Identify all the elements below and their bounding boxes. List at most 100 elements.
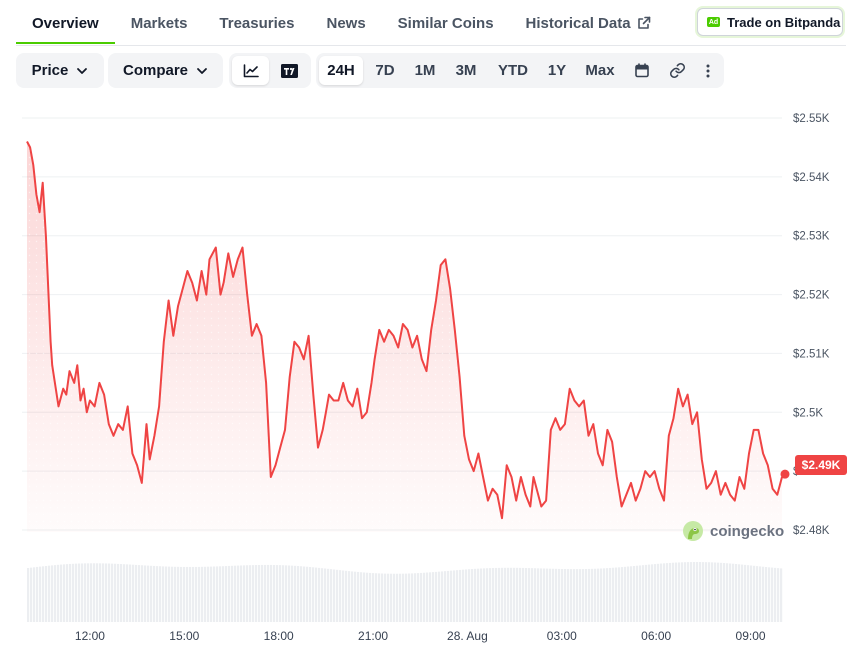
volume-bar bbox=[612, 567, 615, 622]
tab-treasuries-label: Treasuries bbox=[219, 14, 295, 32]
volume-bar bbox=[387, 573, 390, 622]
volume-bar bbox=[360, 572, 363, 622]
range-max-label: Max bbox=[585, 62, 615, 79]
volume-bar bbox=[738, 564, 741, 622]
volume-bar bbox=[303, 566, 306, 622]
volume-bar bbox=[351, 571, 354, 622]
volume-bar bbox=[366, 572, 369, 622]
volume-bar bbox=[45, 565, 48, 622]
x-tick-label: 03:00 bbox=[547, 629, 577, 643]
volume-bar bbox=[255, 565, 258, 622]
range-1m-button[interactable]: 1M bbox=[407, 56, 443, 85]
volume-bar bbox=[630, 566, 633, 622]
volume-bar bbox=[54, 565, 57, 622]
nav-divider bbox=[16, 45, 846, 46]
volume-bar bbox=[114, 563, 117, 622]
line-chart-style-button[interactable] bbox=[232, 56, 269, 85]
tab-treasuries[interactable]: Treasuries bbox=[203, 0, 310, 46]
volume-bar bbox=[282, 565, 285, 622]
volume-bar bbox=[564, 569, 567, 622]
x-tick-label: 28. Aug bbox=[447, 629, 488, 643]
volume-bar bbox=[474, 568, 477, 622]
trade-on-bitpanda-button[interactable]: Ad Trade on Bitpanda bbox=[697, 8, 843, 36]
range-3m-button[interactable]: 3M bbox=[446, 56, 486, 85]
external-link-icon bbox=[637, 16, 650, 29]
volume-bar bbox=[753, 565, 756, 622]
range-24h-label: 24H bbox=[327, 62, 355, 79]
volume-bar bbox=[144, 565, 147, 622]
volume-bar bbox=[588, 568, 591, 622]
volume-bar bbox=[570, 569, 573, 622]
volume-bar bbox=[552, 568, 555, 622]
volume-bar bbox=[60, 564, 63, 622]
volume-bar bbox=[540, 568, 543, 622]
range-1y-button[interactable]: 1Y bbox=[540, 56, 574, 85]
current-price-tag: $2.49K bbox=[795, 455, 847, 475]
volume-bar bbox=[273, 565, 276, 622]
volume-bar bbox=[117, 563, 120, 622]
range-7d-button[interactable]: 7D bbox=[366, 56, 404, 85]
volume-bar bbox=[396, 573, 399, 622]
volume-bar bbox=[741, 564, 744, 622]
range-1y-label: 1Y bbox=[547, 62, 567, 79]
volume-bar bbox=[417, 573, 420, 622]
volume-bar bbox=[288, 565, 291, 622]
tab-historical-data[interactable]: Historical Data bbox=[510, 0, 667, 46]
volume-bar bbox=[615, 567, 618, 622]
volume-bar bbox=[204, 566, 207, 622]
tab-similar-coins[interactable]: Similar Coins bbox=[382, 0, 510, 46]
volume-bar bbox=[84, 563, 87, 622]
tab-news[interactable]: News bbox=[310, 0, 381, 46]
volume-bar bbox=[549, 568, 552, 622]
more-options-button[interactable] bbox=[696, 56, 720, 85]
volume-bar bbox=[756, 566, 759, 622]
volume-bar bbox=[642, 565, 645, 622]
volume-bar bbox=[48, 565, 51, 622]
volume-bar bbox=[231, 565, 234, 622]
link-icon bbox=[669, 63, 685, 78]
volume-bar bbox=[462, 569, 465, 622]
volume-bar bbox=[390, 573, 393, 622]
range-max-button[interactable]: Max bbox=[577, 56, 623, 85]
volume-bar bbox=[174, 566, 177, 622]
compare-dropdown-button[interactable]: Compare bbox=[108, 53, 223, 88]
volume-bar bbox=[510, 567, 513, 622]
volume-bar bbox=[573, 569, 576, 622]
volume-bar bbox=[27, 568, 30, 622]
volume-bar bbox=[246, 565, 249, 622]
y-tick-label: $2.54K bbox=[793, 172, 830, 184]
volume-bar bbox=[516, 567, 519, 622]
volume-bar bbox=[681, 562, 684, 622]
volume-bar bbox=[723, 563, 726, 622]
date-range-button[interactable] bbox=[627, 56, 657, 85]
volume-bar bbox=[363, 572, 366, 622]
range-ytd-button[interactable]: YTD bbox=[489, 56, 537, 85]
volume-bar bbox=[318, 567, 321, 622]
x-axis-ticks: 12:00 15:00 18:00 21:00 28. Aug 03:00 06:00 09:… bbox=[75, 629, 766, 643]
volume-bar bbox=[381, 573, 384, 622]
volume-bar bbox=[102, 563, 105, 622]
range-3m-label: 3M bbox=[455, 62, 477, 79]
volume-bar bbox=[414, 573, 417, 622]
tradingview-style-button[interactable] bbox=[271, 56, 308, 85]
volume-bar bbox=[672, 562, 675, 622]
volume-bar bbox=[726, 563, 729, 622]
share-link-button[interactable] bbox=[661, 56, 693, 85]
volume-bar bbox=[609, 567, 612, 622]
volume-bar bbox=[444, 571, 447, 622]
volume-bar bbox=[501, 567, 504, 622]
compare-dropdown-label: Compare bbox=[122, 62, 189, 79]
top-navigation: Overview Markets Treasuries News Similar… bbox=[0, 0, 854, 46]
range-24h-button[interactable]: 24H bbox=[319, 56, 363, 85]
price-chart[interactable]: $2.48K $2.49K $2.5K $2.51K $2.52K $2.53K $2.54… bbox=[0, 100, 854, 650]
tab-markets[interactable]: Markets bbox=[115, 0, 204, 46]
volume-bar bbox=[705, 562, 708, 622]
range-1m-label: 1M bbox=[414, 62, 436, 79]
price-dropdown-button[interactable]: Price bbox=[16, 53, 104, 88]
tab-overview[interactable]: Overview bbox=[16, 0, 115, 46]
tradingview-icon bbox=[281, 63, 298, 78]
volume-bar bbox=[771, 567, 774, 622]
volume-bar bbox=[717, 562, 720, 622]
x-tick-label: 15:00 bbox=[169, 629, 199, 643]
volume-bar bbox=[750, 565, 753, 622]
